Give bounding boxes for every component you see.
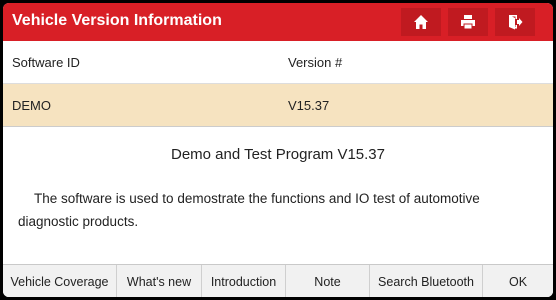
table-header: Software ID Version # (3, 41, 553, 84)
title-bar: Vehicle Version Information (3, 3, 553, 41)
description-panel: Demo and Test Program V15.37 The softwar… (3, 127, 553, 264)
print-icon (460, 14, 476, 30)
ok-button[interactable]: OK (483, 265, 553, 297)
app-window: Vehicle Version Information Software ID … (3, 3, 553, 297)
program-title: Demo and Test Program V15.37 (170, 146, 385, 163)
column-header-software-id: Software ID (12, 55, 80, 70)
introduction-button[interactable]: Introduction (202, 265, 286, 297)
search-bluetooth-button[interactable]: Search Bluetooth (370, 265, 483, 297)
program-description: The software is used to demostrate the f… (18, 191, 480, 229)
table-row[interactable]: DEMO V15.37 (3, 84, 553, 126)
print-button[interactable] (448, 8, 488, 36)
page-title: Vehicle Version Information (12, 12, 222, 29)
version-cell: V15.37 (288, 98, 330, 113)
footer-toolbar: Vehicle Coverage What's new Introduction… (3, 264, 553, 297)
column-header-version: Version # (288, 55, 343, 70)
home-button[interactable] (401, 8, 441, 36)
exit-button[interactable] (495, 8, 535, 36)
vehicle-coverage-button[interactable]: Vehicle Coverage (3, 265, 117, 297)
note-button[interactable]: Note (286, 265, 370, 297)
home-icon (413, 14, 429, 30)
software-id-cell: DEMO (12, 98, 51, 113)
whats-new-button[interactable]: What's new (117, 265, 202, 297)
exit-icon (507, 14, 523, 30)
